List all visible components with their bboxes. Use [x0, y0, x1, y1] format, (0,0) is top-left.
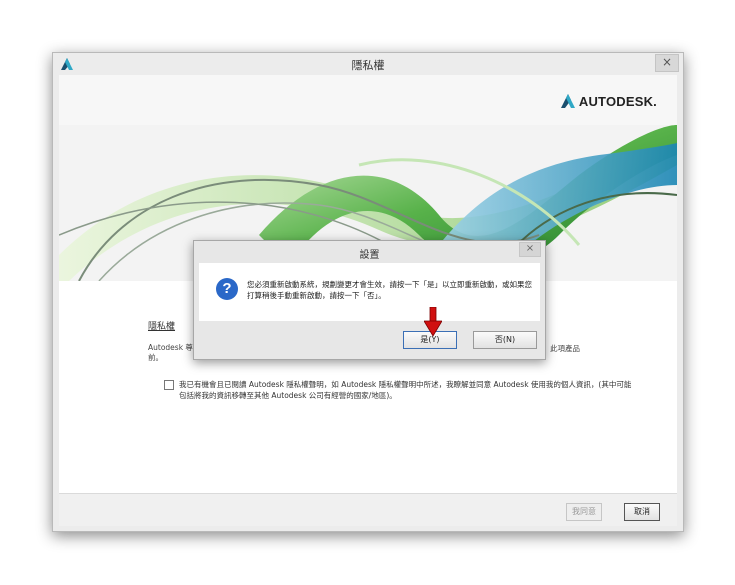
dialog-body: ? 您必須重新啟動系統，規劃變更才會生效，請按一下「是」以立即重新啟動，或如果您…	[199, 263, 540, 321]
dialog-title: 設置	[359, 250, 380, 261]
dialog-close-button[interactable]: ×	[519, 242, 541, 257]
body-text-line-1: Autodesk 尊	[148, 343, 193, 352]
consent-checkbox[interactable]	[164, 380, 174, 390]
red-arrow-icon	[424, 307, 442, 337]
cancel-button[interactable]: 取消	[624, 503, 660, 521]
window-close-button[interactable]: ×	[655, 54, 679, 72]
window-title: 隱私權	[351, 59, 385, 72]
no-button[interactable]: 否(N)	[473, 331, 537, 349]
autodesk-logo-icon	[560, 94, 575, 108]
autodesk-logo: AUTODESK.	[560, 92, 657, 110]
header-strip: AUTODESK.	[59, 75, 677, 126]
window-titlebar: 隱私權 ×	[53, 53, 683, 75]
dialog-message: 您必須重新啟動系統，規劃變更才會生效，請按一下「是」以立即重新啟動，或如果您打算…	[247, 280, 532, 300]
setup-restart-dialog: 設置 × ? 您必須重新啟動系統，規劃變更才會生效，請按一下「是」以立即重新啟動…	[193, 240, 546, 360]
body-text-line-2: 前。	[148, 353, 163, 362]
autodesk-logo-text: AUTODESK.	[578, 93, 657, 109]
section-title[interactable]: 隱私權	[148, 319, 175, 332]
body-text-right: 此項產品	[550, 344, 580, 353]
footer-bar: 我同意 取消	[59, 493, 677, 526]
question-icon: ?	[216, 278, 238, 300]
agree-button[interactable]: 我同意	[566, 503, 602, 521]
consent-text: 我已有機會且已閱讀 Autodesk 隱私權聲明，如 Autodesk 隱私權聲…	[179, 380, 632, 400]
